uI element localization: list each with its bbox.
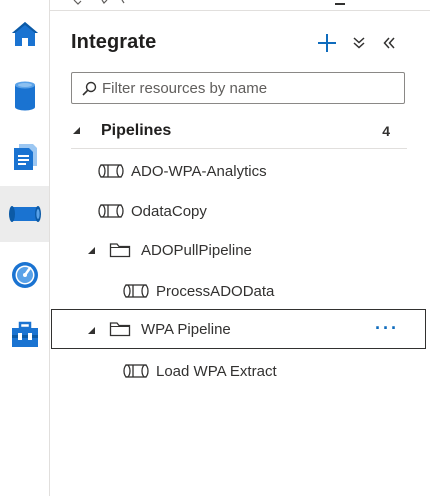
pipeline-icon: [98, 164, 124, 178]
search-input[interactable]: [102, 73, 398, 103]
search-box: [71, 72, 405, 104]
toolbox-icon: [11, 321, 38, 347]
rail-manage[interactable]: [0, 307, 49, 363]
rail-monitor[interactable]: [0, 247, 49, 303]
collapse-all-button[interactable]: [347, 31, 371, 55]
section-count: 4: [382, 123, 390, 139]
clipped-tab-underline: [335, 3, 345, 5]
pipeline-icon: [98, 204, 124, 218]
section-divider: [71, 148, 407, 149]
pipeline-icon: [123, 364, 149, 378]
clipped-tab-fragment: [73, 0, 125, 5]
tree-item-label: ProcessADOData: [156, 283, 275, 300]
plus-icon: [318, 34, 336, 52]
rail-home[interactable]: [0, 6, 49, 62]
pipeline-icon: [8, 206, 41, 222]
tree-item-pipeline[interactable]: ADO-WPA-Analytics: [51, 151, 426, 191]
folder-icon: [109, 243, 131, 258]
gauge-icon: [11, 262, 38, 288]
folder-icon: [109, 322, 131, 337]
caret-down-icon[interactable]: [88, 247, 95, 254]
tree-item-pipeline[interactable]: OdataCopy: [51, 191, 426, 231]
double-chevron-down-icon: [353, 37, 365, 49]
tree-item-folder[interactable]: ADOPullPipeline: [51, 231, 426, 271]
database-icon: [14, 81, 35, 111]
activity-rail: [0, 0, 50, 496]
top-tab-strip: ​: [50, 0, 430, 11]
hide-panel-button[interactable]: [377, 31, 401, 55]
tree-item-label: ADO-WPA-Analytics: [131, 163, 267, 180]
add-resource-button[interactable]: [315, 31, 339, 55]
tree-item-folder-selected[interactable]: WPA Pipeline ···: [51, 309, 426, 349]
tree-item-label: Load WPA Extract: [156, 363, 277, 380]
double-chevron-left-icon: [383, 37, 395, 49]
pipeline-icon: [123, 284, 149, 298]
document-icon: [13, 144, 37, 170]
tree-item-pipeline[interactable]: ProcessADOData: [51, 271, 426, 311]
rail-develop[interactable]: [0, 128, 49, 184]
rail-data[interactable]: [0, 67, 49, 123]
section-label: Pipelines: [101, 122, 172, 139]
tree-item-pipeline[interactable]: Load WPA Extract: [51, 351, 426, 391]
home-icon: [11, 22, 38, 46]
integrate-view: ​ Integrate: [0, 0, 430, 496]
section-pipelines[interactable]: Pipelines 4: [51, 111, 426, 151]
caret-down-icon[interactable]: [73, 127, 80, 134]
integrate-panel: Integrate Pipelines: [51, 11, 430, 496]
more-actions-button[interactable]: ···: [375, 318, 399, 339]
search-icon: [82, 81, 97, 96]
rail-integrate[interactable]: [0, 186, 49, 242]
panel-title: Integrate: [71, 31, 157, 53]
caret-down-icon[interactable]: [88, 327, 95, 334]
tree-item-label: OdataCopy: [131, 203, 207, 220]
tree-item-label: WPA Pipeline: [141, 321, 231, 338]
tree-item-label: ADOPullPipeline: [141, 242, 252, 259]
